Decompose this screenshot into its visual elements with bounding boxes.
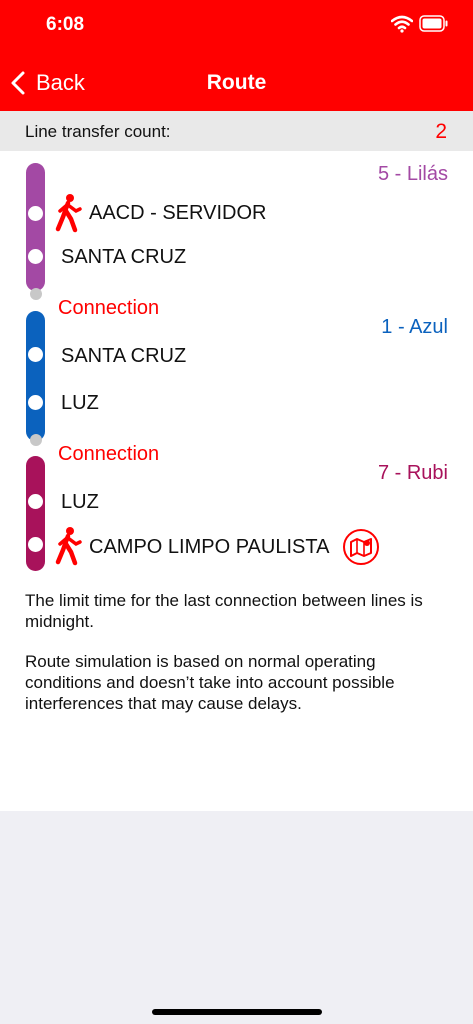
- station-name: LUZ: [61, 392, 99, 414]
- connection-dot: [30, 288, 42, 300]
- transfer-count-value: 2: [435, 120, 447, 143]
- note-last-connection: The limit time for the last connection b…: [25, 591, 423, 631]
- line-name-rubi: 7 - Rubi: [377, 462, 448, 484]
- line-name-azul: 1 - Azul: [381, 316, 448, 338]
- station-dot: [28, 347, 43, 362]
- line-bar-rubi: [26, 456, 45, 571]
- line-bar-azul: [26, 311, 45, 441]
- transfer-count-label: Line transfer count:: [25, 122, 171, 141]
- map-icon[interactable]: [342, 528, 380, 566]
- station-name: LUZ: [61, 491, 99, 513]
- walk-icon: [55, 194, 82, 233]
- station-dot: [28, 537, 43, 552]
- note-route-simulation: Route simulation is based on normal oper…: [25, 652, 395, 713]
- station-dot: [28, 249, 43, 264]
- connection-label: Connection: [58, 297, 160, 319]
- header: 6:08 Back Route: [0, 0, 473, 111]
- station-dot: [28, 206, 43, 221]
- line-bar-lilas: [26, 163, 45, 291]
- line-name-lilas: 5 - Lilás: [377, 163, 448, 185]
- status-time: 6:08: [46, 14, 85, 35]
- station-dot: [28, 494, 43, 509]
- battery-icon: [419, 15, 448, 32]
- route-content: 5 - Lilás AACD - SERVIDOR SANTA CRUZ Con…: [0, 151, 473, 811]
- station-name: SANTA CRUZ: [61, 345, 187, 367]
- page-title: Route: [206, 71, 267, 94]
- walk-icon: [55, 527, 82, 566]
- station-name: AACD - SERVIDOR: [89, 202, 267, 224]
- home-indicator[interactable]: [152, 1009, 322, 1015]
- station-name: CAMPO LIMPO PAULISTA: [89, 536, 330, 558]
- transfer-bar: Line transfer count: 2: [0, 111, 473, 151]
- station-name: SANTA CRUZ: [61, 246, 187, 268]
- connection-dot: [30, 434, 42, 446]
- connection-label: Connection: [58, 443, 160, 465]
- station-dot: [28, 395, 43, 410]
- wifi-icon: [391, 15, 413, 33]
